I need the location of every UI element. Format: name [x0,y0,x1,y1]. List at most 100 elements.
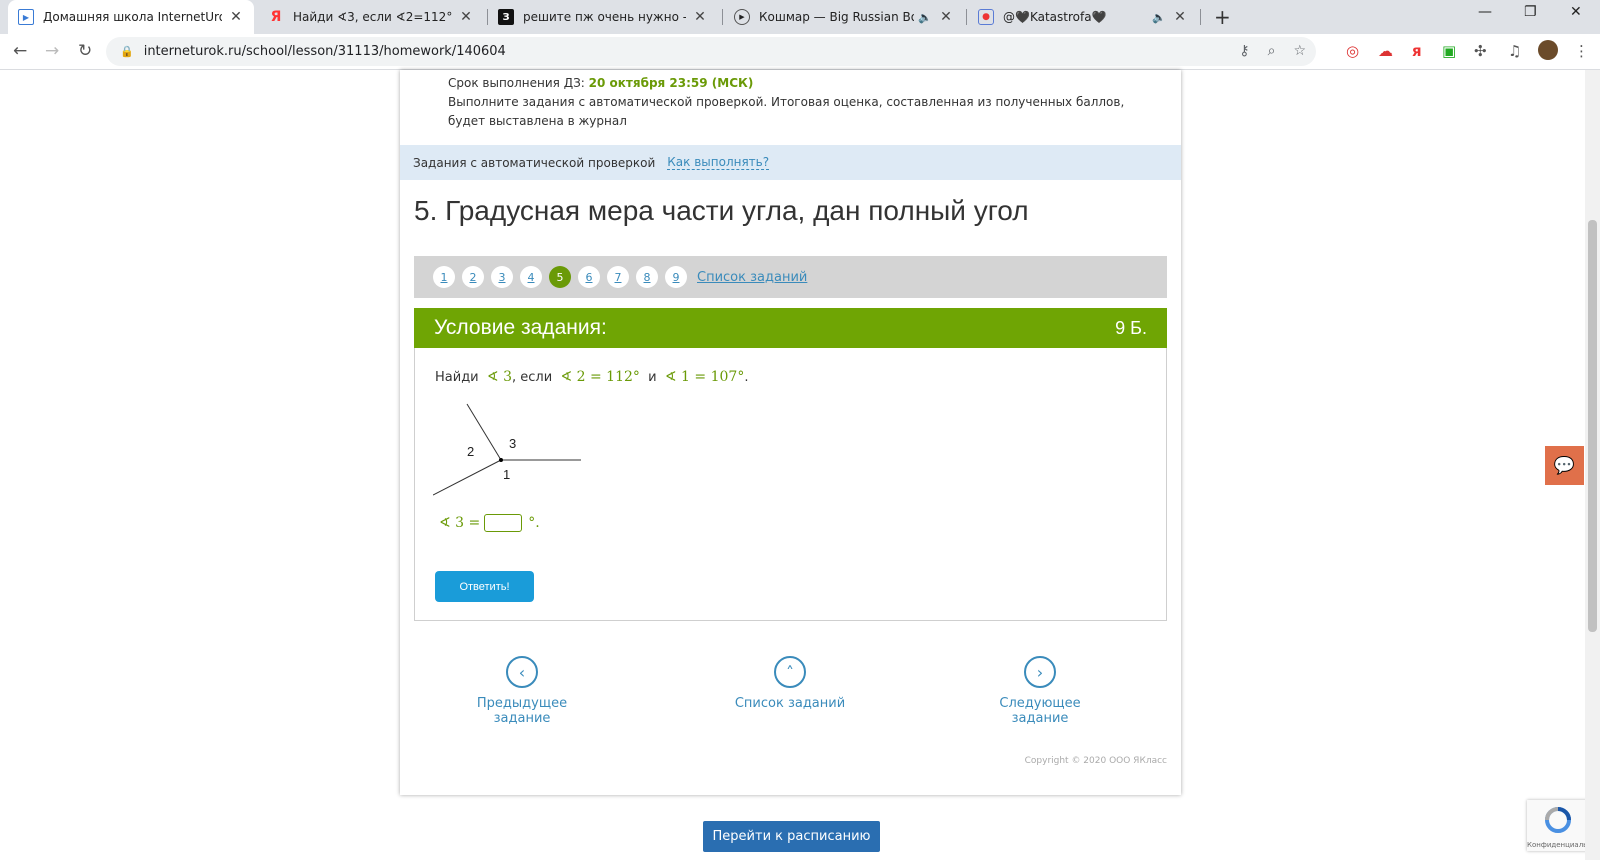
deadline-label: Срок выполнения ДЗ: [448,76,585,90]
menu-icon[interactable]: ⋮ [1574,42,1589,60]
speaker-icon[interactable]: 🔈 [1152,11,1166,24]
tab-separator [1200,9,1201,25]
prev-task-link[interactable]: ‹ Предыдущее задание [452,656,592,726]
pager-item[interactable]: 8 [636,266,658,288]
pager-item-current[interactable]: 5 [549,266,571,288]
angle1-value: ∢ 1 = 107° [664,369,745,385]
homework-info: Срок выполнения ДЗ: 20 октября 23:59 (МС… [448,74,1138,131]
zoom-icon[interactable]: ⌕ [1268,43,1276,59]
chevron-up-icon: ˄ [774,656,806,688]
pager-item[interactable]: 6 [578,266,600,288]
period: . [744,370,749,385]
avatar[interactable] [1538,40,1558,60]
pager-item[interactable]: 3 [491,266,513,288]
play-icon: ▶ [734,9,750,25]
lock-icon: 🔒 [120,45,134,58]
address-bar[interactable]: 🔒 interneturok.ru/school/lesson/31113/ho… [106,37,1316,66]
answer-row: ∢ 3 = °. [439,514,540,532]
tab-interneturok[interactable]: ▶ Домашняя школа InternetUrok.r ✕ [8,0,254,34]
pager-item[interactable]: 9 [665,266,687,288]
auto-check-bar: Задания с автоматической проверкой Как в… [400,145,1181,180]
recaptcha-badge[interactable]: Конфиденциальность [1527,800,1589,851]
tab-title: Кошмар — Big Russian Boss [759,10,915,24]
tab-znanija[interactable]: З решите пж очень нужно - Шко ✕ [488,0,718,34]
close-icon[interactable]: ✕ [1172,9,1188,25]
next-task-label: Следующее задание [999,696,1081,726]
ray-lower [433,459,502,496]
new-tab-plus-icon[interactable]: + [1214,5,1231,29]
media-icon[interactable]: ♫ [1508,42,1521,60]
answer-prefix: ∢ 3 = [439,515,481,531]
pager-item[interactable]: 1 [433,266,455,288]
instructions-text: Выполните задания с автоматической прове… [448,95,1125,128]
prev-task-label: Предыдущее задание [476,696,568,726]
browser-tabstrip: ▶ Домашняя школа InternetUrok.r ✕ Я Найд… [0,0,1600,34]
if-word: , если [512,370,553,385]
task-header: Условие задания: 9 Б. [414,308,1167,348]
star-icon[interactable]: ☆ [1293,43,1306,59]
tab-separator [966,9,967,25]
chevron-left-icon: ‹ [506,656,538,688]
extension-icon[interactable]: ◎ [1346,42,1359,60]
minimize-icon[interactable]: — [1478,4,1492,20]
tab-title: решите пж очень нужно - Шко [523,10,686,24]
points-badge: 9 Б. [1115,317,1147,338]
yandex-icon: Я [270,9,282,25]
scrollbar[interactable] [1585,70,1600,860]
task-pager: 1 2 3 4 5 6 7 8 9 Список заданий [414,256,1167,298]
condition-header: Условие задания: [434,316,607,339]
find-word: Найди [435,370,479,385]
next-task-link[interactable]: › Следующее задание [970,656,1110,726]
pager-item[interactable]: 7 [607,266,629,288]
close-icon[interactable]: ✕ [458,9,474,25]
target-angle: ∢ 3 [486,369,512,385]
browser-toolbar: ← → ↻ 🔒 interneturok.ru/school/lesson/31… [0,34,1600,70]
task-list-link[interactable]: Список заданий [697,270,807,285]
angle-label-1: 1 [503,467,510,482]
tab-yandex[interactable]: Я Найди ∢3, если ∢2=112° и ∢1=1 ✕ [258,0,484,34]
recorder-icon: ● [978,9,994,25]
recaptcha-label: Конфиденциальность [1527,841,1589,849]
window-close-icon[interactable]: ✕ [1570,4,1582,20]
znanija-icon: З [498,9,514,25]
schedule-button[interactable]: Перейти к расписанию [703,821,880,852]
url-text: interneturok.ru/school/lesson/31113/home… [143,44,506,59]
tab-separator [722,9,723,25]
page-title: 5. Градусная мера части угла, дан полный… [414,195,1029,226]
reload-icon[interactable]: ↻ [78,41,92,61]
scrollbar-thumb[interactable] [1588,220,1597,632]
copyright-text: Copyright © 2020 ООО ЯКласс [1024,756,1167,766]
speaker-icon[interactable]: 🔈 [918,11,932,24]
back-arrow-icon[interactable]: ← [13,41,27,61]
answer-input[interactable] [484,514,523,532]
how-to-link[interactable]: Как выполнять? [667,155,770,170]
close-icon[interactable]: ✕ [938,9,954,25]
play-icon: ▶ [18,9,34,25]
pager-item[interactable]: 4 [520,266,542,288]
tab-katastrofa[interactable]: ● @🖤Katastrofa🖤 🔈 ✕ [968,0,1198,34]
cloud-icon[interactable]: ☁ [1378,42,1393,60]
restore-icon[interactable]: ❐ [1524,4,1537,20]
puzzle-icon[interactable]: ✣ [1474,42,1487,60]
chat-icon[interactable]: 💬 [1545,446,1584,485]
recaptcha-icon [1545,807,1571,833]
angle-label-2: 2 [467,444,474,459]
angle2-value: ∢ 2 = 112° [560,369,640,385]
tab-title: Домашняя школа InternetUrok.r [43,10,222,24]
task-box: Условие задания: 9 Б. Найди ∢ 3, если ∢ … [414,308,1167,621]
pager-item[interactable]: 2 [462,266,484,288]
angle-figure: 2 3 1 [433,403,581,496]
evernote-icon[interactable]: ▣ [1442,42,1456,60]
omnibox-icons: ⚷ ⌕ ☆ [1239,43,1306,59]
forward-arrow-icon[interactable]: → [45,41,59,61]
tab-music[interactable]: ▶ Кошмар — Big Russian Boss 🔈 ✕ [724,0,964,34]
close-icon[interactable]: ✕ [692,9,708,25]
question-text: Найди ∢ 3, если ∢ 2 = 112° и ∢ 1 = 107°. [435,369,748,385]
task-list-nav-link[interactable]: ˄ Список заданий [720,656,860,711]
close-icon[interactable]: ✕ [228,9,244,25]
key-icon[interactable]: ⚷ [1239,43,1249,59]
submit-button[interactable]: Ответить! [435,571,534,602]
yandex-icon[interactable]: я [1412,42,1422,60]
deadline-value: 20 октября 23:59 (МСК) [588,76,754,90]
chevron-right-icon: › [1024,656,1056,688]
